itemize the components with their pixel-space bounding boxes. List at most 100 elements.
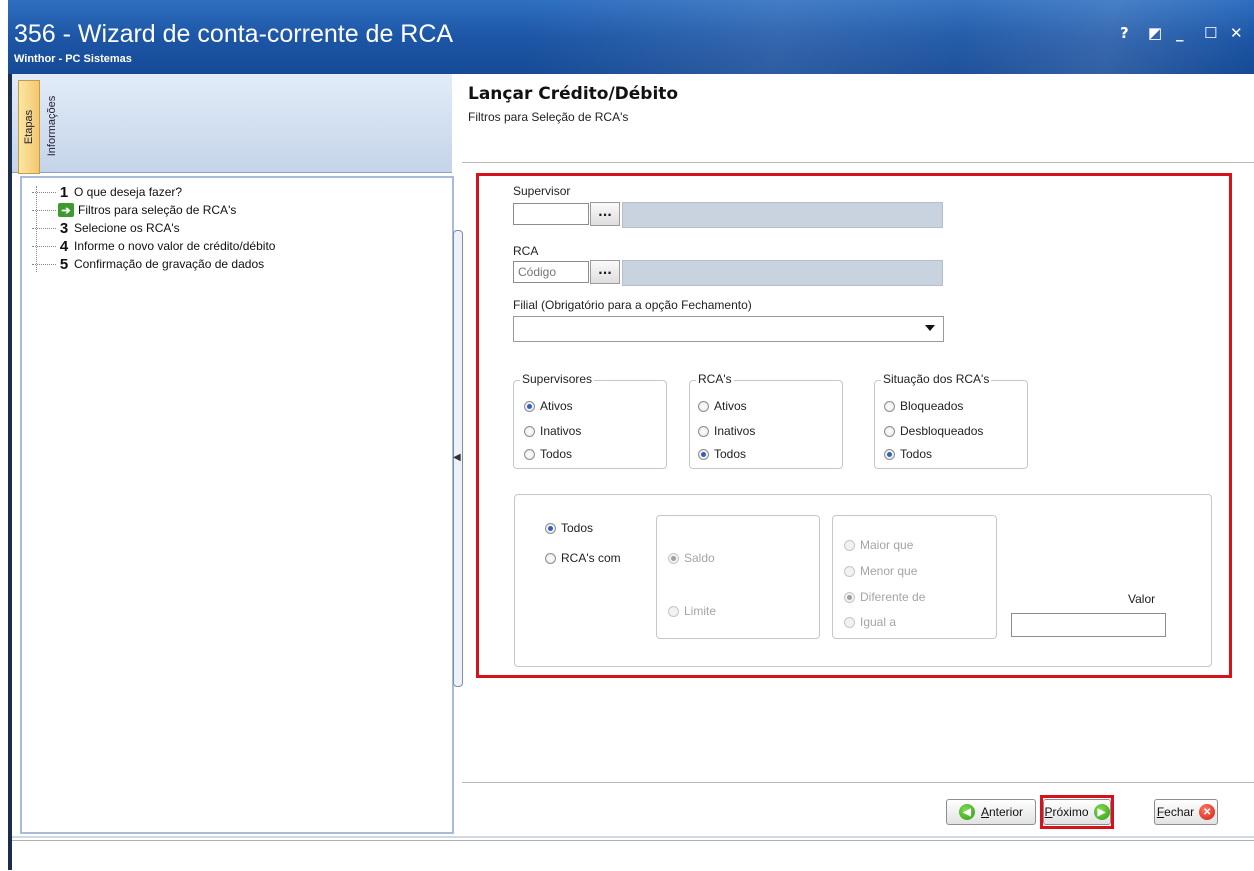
anterior-button[interactable]: ◀ Anterior [946,799,1036,825]
supervisores-group-title: Supervisores [520,372,595,386]
situacao-todos-radio[interactable]: Todos [884,447,932,461]
rca-code-input[interactable] [513,261,589,283]
help-icon[interactable]: ? [1120,24,1129,42]
tab-etapas[interactable]: Etapas [18,80,40,174]
radio-icon [698,400,709,412]
footer-divider [462,782,1254,783]
rcas-todos-radio[interactable]: Todos [698,447,746,461]
valor-input[interactable] [1011,613,1166,637]
frame-bottom-border [12,836,1254,838]
current-step-arrow-icon: ➔ [58,203,74,217]
radio-icon [698,425,709,437]
close-circle-icon: ✕ [1199,804,1216,820]
step-number: 1 [59,183,69,201]
step-number: 4 [59,237,69,255]
radio-label: Igual a [860,615,897,629]
radio-label: Limite [684,604,717,618]
comparacao-diferente-radio[interactable]: Diferente de [844,590,925,604]
header-divider [462,162,1254,163]
page-subtitle: Filtros para Seleção de RCA's [468,110,629,124]
rca-lookup-button[interactable]: ... [590,260,620,284]
rca-label: RCA [513,244,539,258]
situacao-desbloqueados-radio[interactable]: Desbloqueados [884,424,983,438]
step-label: Confirmação de gravação de dados [74,257,265,271]
radio-icon [884,425,895,437]
radio-icon [844,616,855,628]
step-number: 5 [59,255,69,273]
radio-label: Ativos [714,399,747,413]
status-bar [12,840,1254,871]
tipo-saldo-radio[interactable]: Saldo [668,551,715,565]
left-tab-bar: Etapas Informações [12,74,452,174]
radio-label: Todos [900,447,933,461]
valor-label: Valor [1128,592,1156,606]
window-left-border [8,74,12,870]
radio-label: Desbloqueados [900,424,984,438]
radio-icon [524,448,535,460]
supervisor-lookup-button[interactable]: ... [590,202,620,226]
fechar-button[interactable]: Fechar ✕ [1154,799,1218,825]
step-item-5[interactable]: 5 Confirmação de gravação de dados [32,255,265,273]
radio-label: Todos [561,521,594,535]
step-label: Informe o novo valor de crédito/débito [74,239,276,253]
steps-tree: 1 O que deseja fazer? ➔ Filtros para seleç… [20,176,454,834]
tipo-limite-radio[interactable]: Limite [668,604,716,618]
radio-label: Diferente de [860,590,926,604]
close-icon[interactable]: ✕ [1230,24,1243,42]
filtro-rcas-com-radio[interactable]: RCA's com [545,551,621,565]
filtro-todos-radio[interactable]: Todos [545,521,593,535]
radio-label: Todos [540,447,573,461]
supervisores-ativos-radio[interactable]: Ativos [524,399,573,413]
filial-select[interactable] [513,316,944,342]
radio-label: Todos [714,447,747,461]
back-arrow-icon: ◀ [958,804,975,820]
tipo-group [656,515,820,639]
step-item-4[interactable]: 4 Informe o novo valor de crédito/débito [32,237,276,255]
rcas-ativos-radio[interactable]: Ativos [698,399,747,413]
comparacao-igual-radio[interactable]: Igual a [844,615,896,629]
rcas-inativos-radio[interactable]: Inativos [698,424,755,438]
radio-label: Inativos [540,424,582,438]
title-bar: 356 - Wizard de conta-corrente de RCA Wi… [8,0,1254,74]
radio-icon [884,448,895,460]
rcas-group-title: RCA's [696,372,734,386]
radio-icon [524,400,535,412]
radio-icon [844,565,855,577]
situacao-group-title: Situação dos RCA's [881,372,992,386]
radio-icon [698,448,709,460]
step-item-3[interactable]: 3 Selecione os RCA's [32,220,180,237]
chevron-down-icon [925,325,935,331]
minimize-icon[interactable]: _ [1176,24,1184,42]
supervisor-label: Supervisor [513,184,571,198]
radio-label: Inativos [714,424,756,438]
supervisores-todos-radio[interactable]: Todos [524,447,572,461]
page-title: Lançar Crédito/Débito [468,84,679,104]
supervisores-inativos-radio[interactable]: Inativos [524,424,581,438]
comparacao-menor-radio[interactable]: Menor que [844,564,917,578]
maximize-icon[interactable]: ☐ [1204,24,1217,42]
restore-icon[interactable]: ◩ [1148,24,1162,42]
radio-icon [545,522,556,534]
fechar-label: echar [1164,805,1195,819]
situacao-bloqueados-radio[interactable]: Bloqueados [884,399,963,413]
step-item-2-current[interactable]: ➔ Filtros para seleção de RCA's [32,202,236,218]
radio-icon [668,605,679,617]
radio-icon [524,425,535,437]
proximo-highlight-box [1040,795,1114,829]
step-label: Filtros para seleção de RCA's [78,203,237,217]
collapse-arrow-icon[interactable]: ◀ [453,452,461,463]
comparacao-maior-radio[interactable]: Maior que [844,538,913,552]
anterior-label: nterior [989,805,1024,819]
supervisor-name-field [622,202,943,228]
radio-icon [844,591,855,603]
supervisor-code-input[interactable] [513,203,589,225]
step-item-1[interactable]: 1 O que deseja fazer? [32,183,183,201]
tab-informacoes[interactable]: Informações [42,80,62,172]
anterior-hotkey: A [980,805,989,819]
tab-etapas-label: Etapas [23,109,35,145]
tab-informacoes-label: Informações [46,95,58,157]
radio-label: Menor que [860,564,918,578]
step-label: O que deseja fazer? [74,185,183,199]
rca-name-field [622,260,943,286]
radio-label: Ativos [540,399,573,413]
